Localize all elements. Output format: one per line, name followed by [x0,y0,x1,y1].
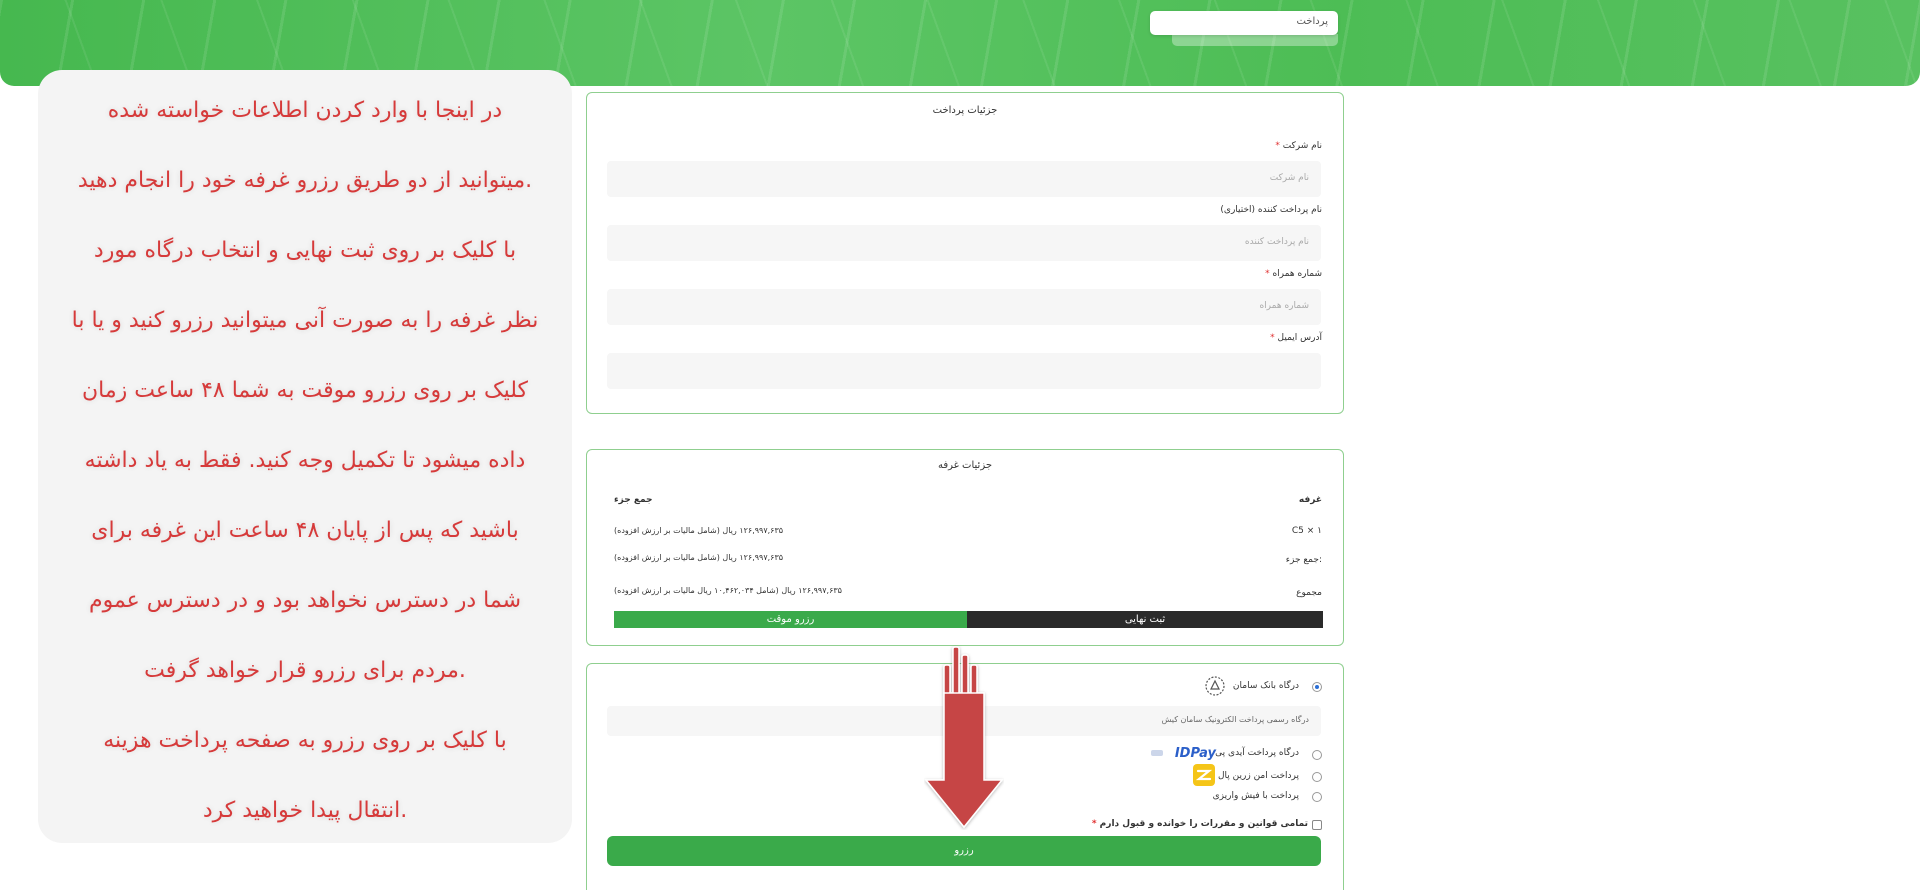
zarinpal-logo-icon [1193,764,1215,786]
booth-details-title: جزئیات غرفه [937,460,993,471]
payment-details-title: جزئیات پرداخت [932,105,998,116]
instruction-note: در اینجا با وارد کردن اطلاعات خواسته شده… [38,70,572,843]
breadcrumb-label: پرداخت [1296,16,1328,27]
saman-bank-logo-icon [1205,676,1225,696]
payer-label: نام پرداخت کننده (اختیاری) [1220,205,1322,215]
company-label: نام شرکت * [1275,141,1322,151]
note-line: با کلیک بر روی ثبت نهایی و انتخاب درگاه … [93,238,517,263]
saman-radio[interactable] [1312,682,1322,692]
note-line: با کلیک بر روی رزرو به صفحه پرداخت هزینه [103,728,507,753]
idpay-card-icon [1151,750,1163,756]
saman-label: درگاه بانک سامان [1232,681,1299,691]
note-line: انتقال پیدا خواهید کرد. [202,798,408,823]
payer-input[interactable]: نام پرداخت کننده [607,225,1321,261]
idpay-radio[interactable] [1312,750,1322,760]
email-input[interactable] [607,353,1321,389]
note-line: مردم برای رزرو قرار خواهد گرفت. [144,658,466,683]
zarinpal-label: پرداخت امن زرین پال [1218,771,1299,781]
note-line: باشید که پس از پایان ۴۸ ساعت این غرفه بر… [91,518,519,543]
booth-value: C5 × ۱ [1291,526,1322,536]
booth-price: ۱۲۶,۹۹۷,۶۳۵ ریال (شامل مالیات بر ارزش اف… [614,526,784,535]
subtotal-label: جمع جزء: [1285,555,1322,565]
subtotal-price: ۱۲۶,۹۹۷,۶۳۵ ریال (شامل مالیات بر ارزش اف… [614,553,784,562]
idpay-logo-icon: IDPay [1174,746,1216,761]
note-line: شما در دسترس نخواهد بود و در دسترس عموم [88,588,522,613]
receipt-label: پرداخت با فیش واریزی [1212,791,1299,801]
down-arrow-icon [924,646,1004,829]
mobile-label: شماره همراه * [1265,269,1322,279]
idpay-label: درگاه پرداخت آیدی پی [1215,748,1299,758]
company-input[interactable]: نام شرکت [607,161,1321,197]
temporary-reserve-button[interactable]: رزرو موقت [614,611,967,628]
breadcrumb-shadow [1172,34,1338,46]
final-submit-button[interactable]: ثبت نهایی [967,611,1323,628]
subtotal-column-header: جمع جزء [614,495,653,505]
note-line: میتوانید از دو طریق رزرو غرفه خود را انج… [77,168,533,193]
total-label: مجموع [1296,588,1322,598]
note-line: در اینجا با وارد کردن اطلاعات خواسته شده [107,98,503,123]
mobile-input[interactable]: شماره همراه [607,289,1321,325]
note-line: کلیک بر روی رزرو موقت به شما ۴۸ ساعت زما… [81,378,529,403]
total-price: ۱۲۶,۹۹۷,۶۳۵ ریال (شامل ۱۰,۴۶۲,۰۳۴ ریال م… [614,586,842,595]
payment-details-card: جزئیات پرداخت نام شرکت * نام شرکت نام پر… [586,92,1344,414]
email-label: آدرس ایمیل * [1270,333,1322,343]
note-line: داده میشود تا تکمیل وجه کنید. فقط به یاد… [84,448,526,473]
terms-label: تمامی قوانین و مقررات را خوانده و قبول د… [1091,819,1308,829]
zarinpal-radio[interactable] [1312,772,1322,782]
breadcrumb[interactable]: پرداخت [1150,11,1338,35]
note-line: نظر غرفه را به صورت آنی میتوانید رزرو کن… [71,308,539,333]
booth-column-header: غرفه [1298,495,1322,505]
terms-checkbox[interactable] [1312,820,1322,830]
receipt-radio[interactable] [1312,792,1322,802]
booth-details-card: جزئیات غرفه غرفه جمع جزء C5 × ۱ ۱۲۶,۹۹۷,… [586,449,1344,646]
reserve-submit-button[interactable]: رزرو [607,836,1321,866]
